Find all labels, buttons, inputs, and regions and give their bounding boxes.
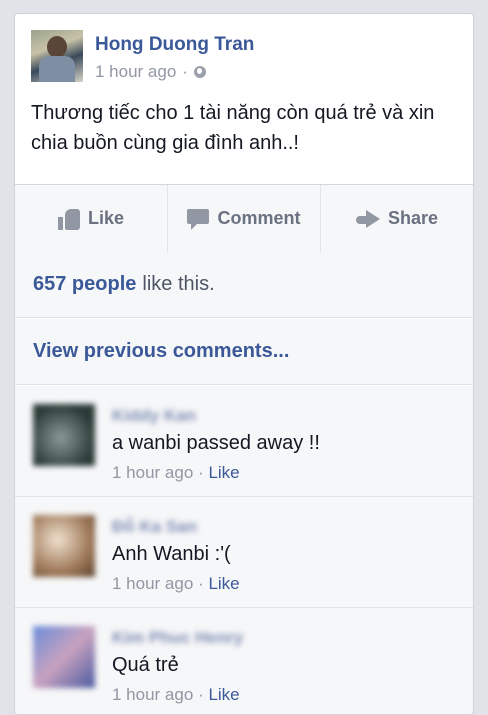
comment-text: a wanbi passed away !! [112,432,320,454]
post-text: Thương tiếc cho 1 tài năng còn quá trẻ v… [31,102,435,154]
meta-separator: · [182,62,188,81]
like-button[interactable]: Like [15,185,167,252]
thumbs-up-icon [57,208,80,230]
comment-meta: 1 hour ago · Like [112,685,240,705]
commenter-avatar[interactable] [33,515,95,577]
comment-meta-separator: · [198,574,204,593]
comment-button[interactable]: Comment [167,185,320,252]
comment-like-link[interactable]: Like [208,574,239,593]
comment-item: Đỗ Ka San Anh Wanbi :'( 1 hour ago · Lik… [15,497,473,608]
avatar-body [39,56,75,82]
comment-label: Comment [217,208,301,228]
avatar-head [47,36,67,58]
post-header: Hong Duong Tran 1 hour ago · Thương tiếc… [15,14,473,184]
commenter-avatar[interactable] [33,626,95,688]
likes-count[interactable]: 657 people [33,273,136,296]
commenter-avatar[interactable] [33,404,95,466]
post-time[interactable]: 1 hour ago [95,62,176,82]
share-button[interactable]: Share [320,185,473,252]
comment-item: Kiddy Kan a wanbi passed away !! 1 hour … [15,386,473,497]
likes-suffix: like this. [142,273,215,295]
action-bar: Like Comment Share [15,184,473,253]
share-label: Share [387,208,439,228]
comment-time: 1 hour ago [112,463,194,482]
comment-like-link[interactable]: Like [208,463,239,482]
comment-time: 1 hour ago [112,574,194,593]
comment-text: Quá trẻ [112,654,179,676]
like-label: Like [87,208,125,228]
comment-meta: 1 hour ago · Like [112,463,240,483]
share-arrow-icon [355,209,380,228]
commenter-name[interactable]: Kiddy Kan [112,406,196,426]
comment-like-link[interactable]: Like [208,685,239,704]
commenter-name[interactable]: Đỗ Ka San [112,517,197,537]
author-name[interactable]: Hong Duong Tran [95,34,254,56]
globe-icon [193,66,206,78]
author-avatar[interactable] [31,30,83,82]
comment-meta-separator: · [198,685,204,704]
speech-bubble-icon [187,208,210,230]
comment-item: Kim Phuc Henry Quá trẻ 1 hour ago · Like [15,608,473,714]
likes-summary[interactable]: 657 people like this. [15,252,473,318]
post-card: Hong Duong Tran 1 hour ago · Thương tiếc… [14,13,474,715]
comment-text: Anh Wanbi :'( [112,543,231,565]
view-previous-comments-link[interactable]: View previous comments... [15,319,473,385]
comment-meta-separator: · [198,463,204,482]
post-meta: 1 hour ago · [95,62,206,82]
comment-meta: 1 hour ago · Like [112,574,240,594]
comment-time: 1 hour ago [112,685,194,704]
commenter-name[interactable]: Kim Phuc Henry [112,628,243,648]
